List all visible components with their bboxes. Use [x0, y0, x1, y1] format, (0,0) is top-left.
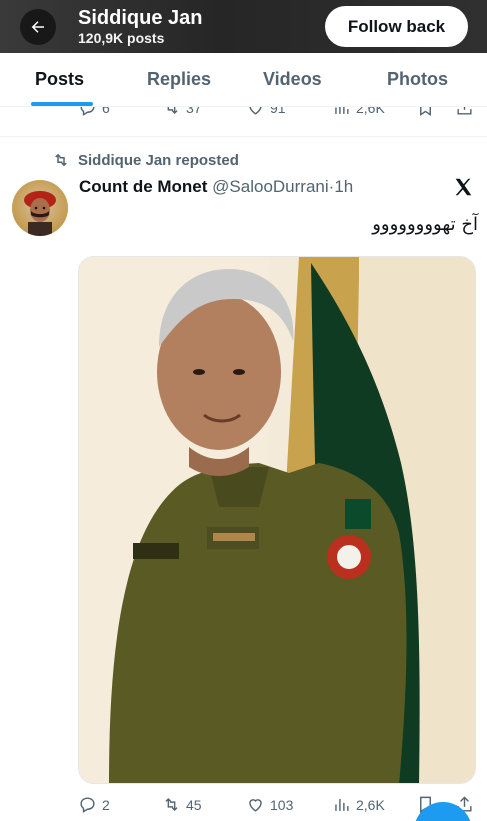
media-illustration [79, 257, 475, 783]
tab-photos[interactable]: Photos [387, 69, 448, 90]
post-count: 120,9K posts [78, 30, 165, 46]
tab-replies[interactable]: Replies [147, 69, 211, 90]
repost-icon [165, 797, 178, 812]
repost-label: Siddique Jan reposted [78, 151, 239, 169]
like-action[interactable]: 103 [246, 795, 293, 814]
views-icon [335, 107, 349, 114]
reply-icon [80, 107, 95, 116]
repost-context[interactable]: Siddique Jan reposted [52, 151, 239, 169]
like-icon [249, 107, 262, 115]
repost-count: 45 [186, 796, 202, 813]
prev-like-count: 91 [270, 107, 286, 116]
like-icon [249, 799, 262, 812]
active-tab-indicator [31, 102, 93, 106]
prev-share-action[interactable] [455, 107, 474, 117]
prev-bookmark-action[interactable] [416, 107, 435, 117]
views-action[interactable]: 2,6K [332, 795, 385, 814]
tab-videos[interactable]: Videos [263, 69, 322, 90]
repost-icon [55, 153, 67, 167]
post-meta: Count de Monet @SalooDurrani·1h [79, 176, 353, 198]
back-button[interactable] [20, 9, 56, 45]
post-divider [0, 136, 487, 137]
follow-back-button[interactable]: Follow back [325, 6, 468, 47]
x-logo-icon [455, 178, 472, 196]
prev-reply-action[interactable]: 6 [78, 107, 110, 117]
header-title-block: Siddique Jan 120,9K posts [78, 6, 202, 46]
author-avatar[interactable] [12, 180, 68, 236]
post-text: آخ تھوووووووو [372, 214, 478, 235]
avatar-image [24, 191, 56, 236]
author-name[interactable]: Count de Monet [79, 177, 207, 196]
reply-action[interactable]: 2 [78, 795, 110, 814]
profile-tabs: Posts Replies Videos Photos [0, 53, 487, 107]
back-arrow-icon [31, 21, 44, 33]
repost-icon [167, 107, 178, 115]
views-count: 2,6K [356, 796, 385, 813]
share-icon [457, 107, 472, 115]
post-media-image[interactable] [78, 256, 476, 784]
profile-name: Siddique Jan [78, 7, 203, 29]
post-time[interactable]: 1h [334, 177, 353, 196]
prev-like-action[interactable]: 91 [246, 107, 286, 117]
previous-post-actions: 6 37 91 2,6K [0, 107, 487, 121]
author-handle[interactable]: @SalooDurrani [212, 177, 328, 196]
post-actions: 2 45 103 2,6K [0, 795, 487, 819]
repost-action[interactable]: 45 [162, 795, 202, 814]
prev-views-action[interactable]: 2,6K [332, 107, 385, 117]
prev-views-count: 2,6K [356, 107, 385, 116]
reply-count: 2 [102, 796, 110, 813]
tab-posts[interactable]: Posts [35, 69, 84, 90]
prev-repost-count: 37 [186, 107, 202, 116]
bookmark-icon [420, 107, 431, 116]
prev-reply-count: 6 [102, 107, 110, 116]
profile-header: Siddique Jan 120,9K posts Follow back [0, 0, 487, 53]
reply-icon [80, 797, 95, 813]
views-icon [335, 798, 349, 811]
like-count: 103 [270, 796, 294, 813]
prev-repost-action[interactable]: 37 [162, 107, 202, 117]
